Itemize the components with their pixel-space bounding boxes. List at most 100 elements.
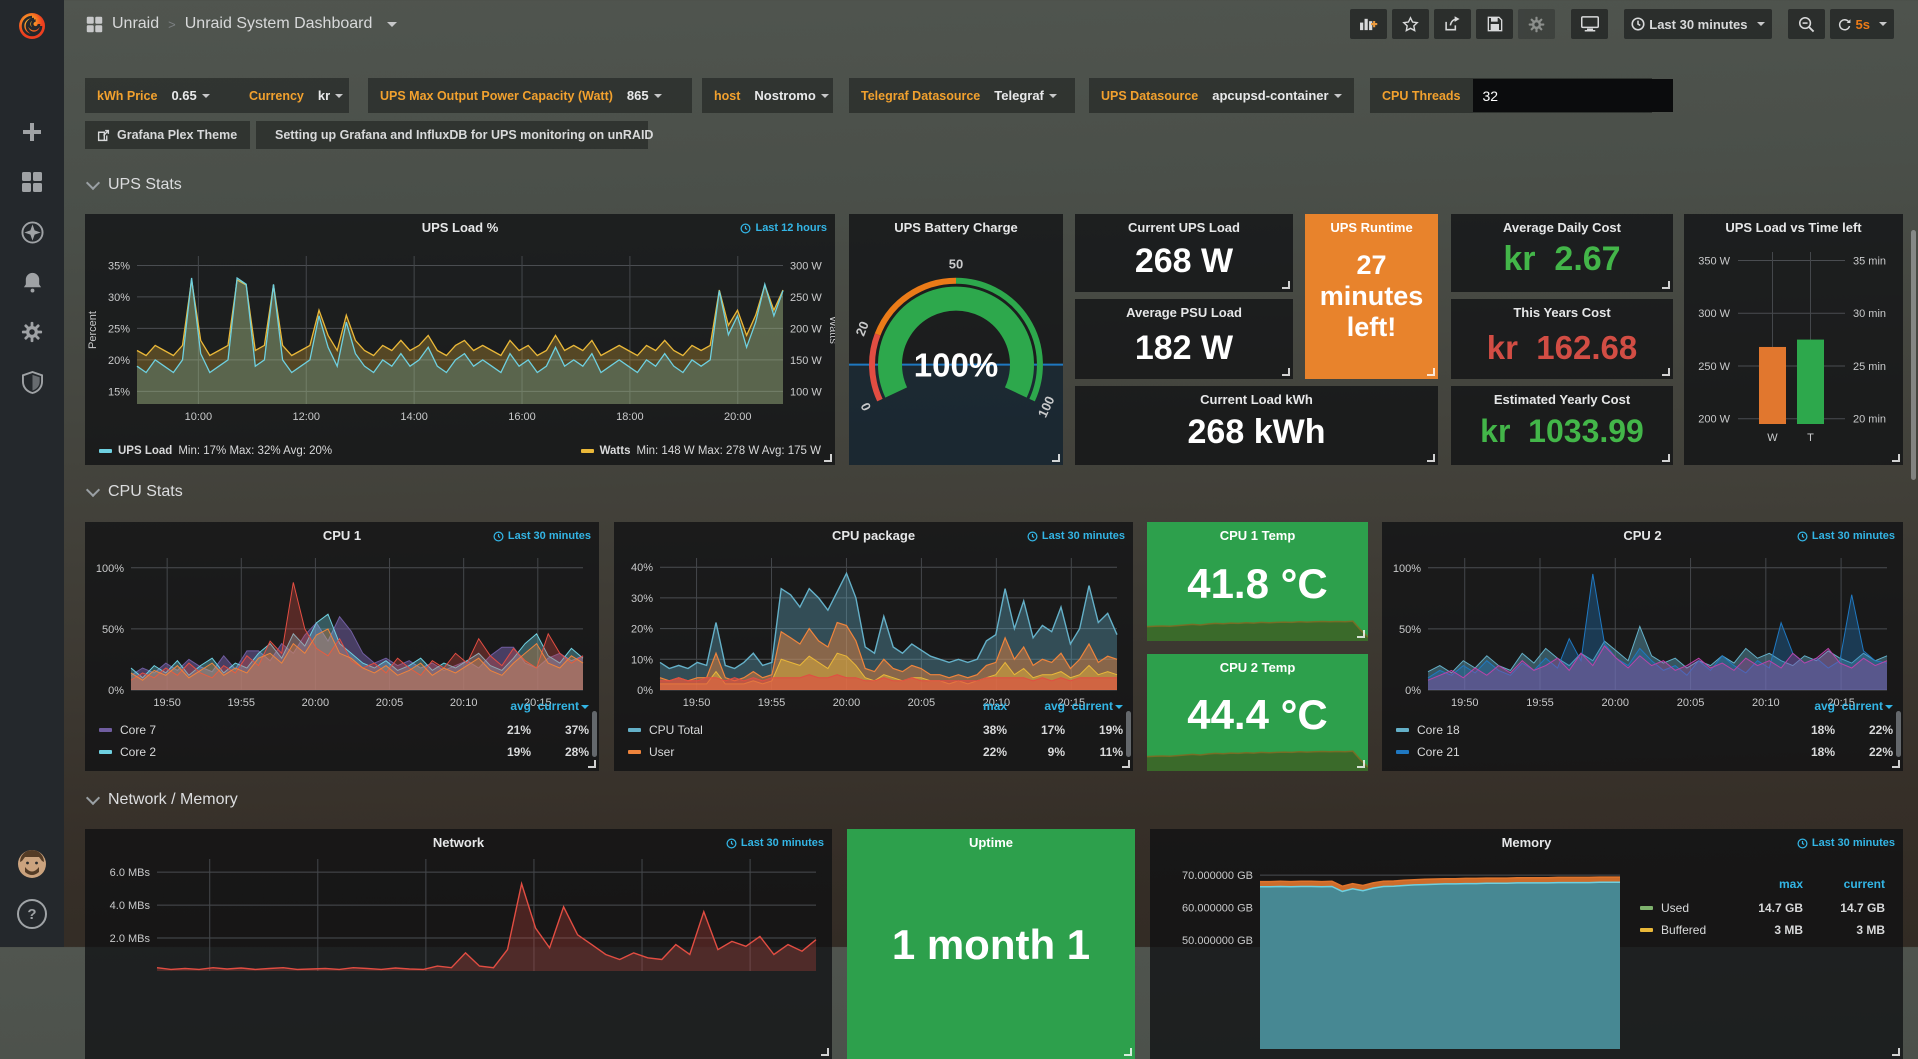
dashboard-link-grafana-plex-theme[interactable]: Grafana Plex Theme xyxy=(85,121,250,149)
page-scrollbar[interactable] xyxy=(1911,230,1916,480)
legend-col-avg[interactable]: avg xyxy=(473,699,531,719)
legend-current-value: 22% xyxy=(1835,745,1893,759)
help-icon xyxy=(17,899,47,929)
cpu-package-chart[interactable]: 0%10%20%30%40%19:5019:5520:0020:0520:102… xyxy=(614,548,1133,716)
legend-col-current[interactable]: current xyxy=(531,699,589,719)
save-button[interactable] xyxy=(1476,9,1513,39)
variable-kwh-price[interactable]: kWh Price 0.65 xyxy=(85,78,237,113)
legend-col-avg[interactable]: avg xyxy=(1777,699,1835,719)
panel-title[interactable]: Current UPS Load xyxy=(1075,220,1293,235)
section-ups-stats[interactable]: UPS Stats xyxy=(88,176,182,194)
breadcrumb-page-title[interactable]: Unraid System Dashboard xyxy=(185,15,373,33)
battery-gauge: 02050100100% xyxy=(849,242,1063,465)
cpu2-chart[interactable]: 0%50%100%19:5019:5520:0020:0520:1020:15 xyxy=(1382,548,1903,716)
series-color-dash xyxy=(1396,750,1409,754)
legend-series[interactable]: Core 21 xyxy=(1396,745,1777,759)
variable-ups-max-power[interactable]: UPS Max Output Power Capacity (Watt) 865 xyxy=(368,78,692,113)
sidebar-item-create[interactable] xyxy=(0,107,64,157)
user-avatar[interactable] xyxy=(0,839,64,889)
svg-text:Percent: Percent xyxy=(87,311,99,349)
legend-series[interactable]: User xyxy=(628,745,949,759)
time-range-badge[interactable]: Last 12 hours xyxy=(740,222,827,234)
legend-col-avg[interactable]: avg xyxy=(1007,699,1065,719)
settings-button[interactable] xyxy=(1518,9,1555,39)
legend-scrollbar[interactable] xyxy=(1896,711,1901,757)
legend-col-max[interactable]: max xyxy=(949,699,1007,719)
legend-series-ups-load[interactable]: UPS Load Min: 17% Max: 32% Avg: 20% xyxy=(99,445,332,457)
panel-current-load-kwh: Current Load kWh 268 kWh xyxy=(1075,386,1438,465)
ups-load-chart[interactable]: 15%20%25%30%35%100 W150 W200 W250 W300 W… xyxy=(85,242,835,434)
variable-currency[interactable]: Currency kr xyxy=(237,78,349,113)
svg-text:60.000000 GB: 60.000000 GB xyxy=(1182,903,1253,915)
time-range-picker[interactable]: Last 30 minutes xyxy=(1624,9,1771,39)
panel-title[interactable]: UPS Load % xyxy=(85,220,835,235)
time-range-badge[interactable]: Last 30 minutes xyxy=(1797,837,1895,849)
panel-title[interactable]: Average Daily Cost xyxy=(1451,220,1673,235)
legend-series[interactable]: Core 2 xyxy=(99,745,473,759)
share-button[interactable] xyxy=(1434,9,1471,39)
sidebar-item-explore[interactable] xyxy=(0,207,64,257)
svg-text:100 W: 100 W xyxy=(790,386,822,398)
legend-series[interactable]: CPU Total xyxy=(628,723,949,737)
svg-text:150 W: 150 W xyxy=(790,355,822,367)
time-range-badge[interactable]: Last 30 minutes xyxy=(726,837,824,849)
star-button[interactable] xyxy=(1392,9,1429,39)
time-range-badge[interactable]: Last 30 minutes xyxy=(1797,530,1895,542)
variable-telegraf-datasource[interactable]: Telegraf Datasource Telegraf xyxy=(849,78,1075,113)
cycle-view-mode-button[interactable] xyxy=(1571,9,1608,39)
sort-caret-icon xyxy=(1885,705,1893,709)
sidebar-item-dashboards[interactable] xyxy=(0,157,64,207)
panel-title[interactable]: UPS Load vs Time left xyxy=(1684,220,1903,235)
panel-title[interactable]: Average PSU Load xyxy=(1075,305,1293,320)
legend-series[interactable]: Core 18 xyxy=(1396,723,1777,737)
legend-series-watts[interactable]: Watts Min: 148 W Max: 278 W Avg: 175 W xyxy=(581,445,821,457)
add-panel-button[interactable] xyxy=(1350,9,1387,39)
panel-title[interactable]: Current Load kWh xyxy=(1075,392,1438,407)
cpu-threads-input[interactable] xyxy=(1473,79,1673,112)
legend-current-value: 11% xyxy=(1065,745,1123,759)
zoom-out-button[interactable] xyxy=(1788,9,1825,39)
dashboard-link-ups-monitoring-guide[interactable]: Setting up Grafana and InfluxDB for UPS … xyxy=(256,121,648,149)
legend-series[interactable]: Used xyxy=(1640,901,1725,915)
panel-title[interactable]: CPU 2 Temp xyxy=(1147,660,1368,675)
network-chart[interactable]: 2.0 MBs4.0 MBs6.0 MBs xyxy=(85,859,832,1059)
cpu1-chart[interactable]: 0%50%100%19:5019:5520:0020:0520:1020:15 xyxy=(85,548,599,716)
time-range-badge[interactable]: Last 30 minutes xyxy=(1027,530,1125,542)
sidebar-item-server-admin[interactable] xyxy=(0,357,64,407)
legend-col-current[interactable]: current xyxy=(1065,699,1123,719)
svg-text:50%: 50% xyxy=(1399,624,1421,636)
svg-text:18:00: 18:00 xyxy=(616,411,644,423)
chevron-down-icon xyxy=(86,791,100,805)
sidebar-item-help[interactable] xyxy=(0,889,64,939)
legend-avg-value: 21% xyxy=(473,723,531,737)
section-cpu-stats[interactable]: CPU Stats xyxy=(88,483,183,501)
breadcrumb-app[interactable]: Unraid xyxy=(112,15,159,33)
legend-scrollbar[interactable] xyxy=(1126,711,1131,757)
grafana-logo[interactable] xyxy=(0,0,64,52)
section-network-memory[interactable]: Network / Memory xyxy=(88,791,238,809)
time-range-badge[interactable]: Last 30 minutes xyxy=(493,530,591,542)
panel-title[interactable]: This Years Cost xyxy=(1451,305,1673,320)
panel-title[interactable]: UPS Runtime xyxy=(1305,220,1438,235)
legend-scrollbar[interactable] xyxy=(592,711,597,757)
legend-series[interactable]: Core 7 xyxy=(99,723,473,737)
legend-col-current[interactable]: current xyxy=(1835,699,1893,719)
legend-max-value: 22% xyxy=(949,745,1007,759)
legend-col-max[interactable]: max xyxy=(1725,877,1803,897)
panel-title[interactable]: Network xyxy=(85,835,832,850)
panel-title[interactable]: CPU 1 Temp xyxy=(1147,528,1368,543)
panel-title[interactable]: Estimated Yearly Cost xyxy=(1451,392,1673,407)
chevron-down-icon[interactable] xyxy=(387,22,397,27)
variable-ups-datasource[interactable]: UPS Datasource apcupsd-container xyxy=(1089,78,1354,113)
panel-title[interactable]: Memory xyxy=(1150,835,1903,850)
variable-host[interactable]: host Nostromo xyxy=(702,78,833,113)
add-panel-icon xyxy=(1359,16,1378,32)
legend-col-current[interactable]: current xyxy=(1803,877,1885,897)
refresh-picker[interactable]: 5s xyxy=(1830,9,1894,39)
panel-title[interactable]: Uptime xyxy=(847,835,1135,850)
variable-value: kr xyxy=(318,88,330,103)
legend-series[interactable]: Buffered xyxy=(1640,923,1725,937)
sidebar-item-configuration[interactable] xyxy=(0,307,64,357)
sidebar-item-alerting[interactable] xyxy=(0,257,64,307)
panel-title[interactable]: UPS Battery Charge xyxy=(849,220,1063,235)
